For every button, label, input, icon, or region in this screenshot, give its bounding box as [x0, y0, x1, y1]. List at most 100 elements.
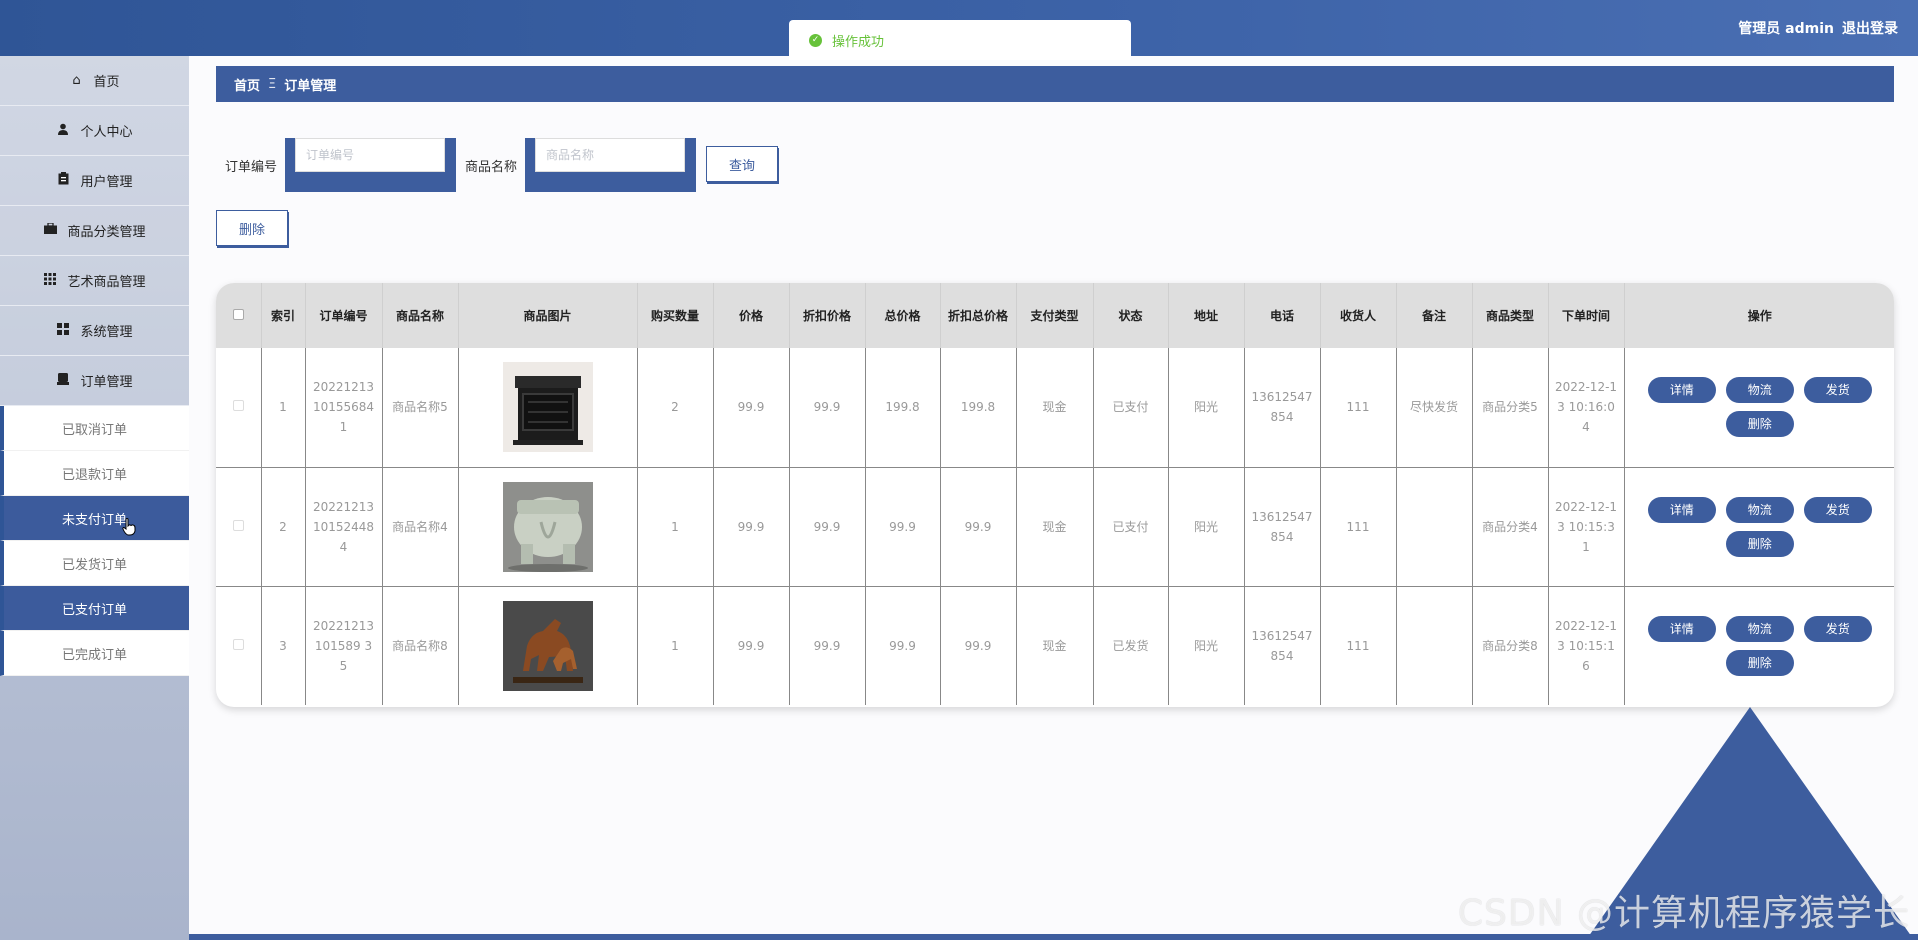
sidebar-item-profile[interactable]: 个人中心: [0, 106, 189, 156]
detail-button[interactable]: 详情: [1647, 615, 1716, 642]
submenu-item-label: 已发货订单: [62, 557, 128, 573]
column-header: 索引: [261, 283, 306, 348]
search-form: 订单编号 商品名称 查询: [216, 138, 779, 192]
product-image-bronze-horse: [502, 600, 593, 691]
user-icon: [56, 123, 70, 139]
submenu-item-cancelled[interactable]: 已取消订单: [0, 406, 189, 451]
sidebar-item-label: 用户管理: [80, 175, 133, 190]
detail-button[interactable]: 详情: [1647, 377, 1716, 404]
cell-status: 已支付: [1093, 467, 1169, 587]
orders-table: 索引 订单编号 商品名称 商品图片 购买数量 价格 折扣价格 总价格 折扣总价格…: [216, 283, 1894, 707]
cell-receiver: 111: [1320, 348, 1397, 468]
ship-button[interactable]: 发货: [1803, 496, 1872, 523]
column-header: 折扣价格: [789, 283, 866, 348]
breadcrumb-separator: Ξ: [268, 76, 277, 92]
breadcrumb-home[interactable]: 首页: [234, 75, 260, 94]
breadcrumb: 首页 Ξ 订单管理: [216, 66, 1894, 102]
row-checkbox[interactable]: [232, 400, 244, 412]
cell-order-time: 2022-12-13 10:15:16: [1548, 586, 1625, 705]
product-name-input[interactable]: [535, 138, 686, 172]
cell-remark: [1396, 586, 1473, 705]
sidebar-item-label: 商品分类管理: [67, 225, 146, 240]
cell-phone: 13612547854: [1244, 348, 1321, 468]
submenu-item-label: 已取消订单: [62, 422, 128, 438]
query-button[interactable]: 查询: [706, 146, 779, 182]
sidebar-item-orders[interactable]: 订单管理: [0, 356, 189, 406]
cell-product-image: [458, 586, 638, 705]
grid-icon: [43, 272, 57, 289]
submenu-item-label: 未支付订单: [62, 512, 128, 528]
ship-button[interactable]: 发货: [1803, 615, 1872, 642]
logistics-button[interactable]: 物流: [1725, 377, 1794, 404]
sidebar-item-label: 订单管理: [80, 375, 133, 390]
sidebar-item-label: 个人中心: [80, 125, 133, 140]
cell-total: 99.9: [865, 586, 941, 705]
submenu-item-refunded[interactable]: 已退款订单: [0, 451, 189, 496]
cell-receiver: 111: [1320, 586, 1397, 705]
cell-order-time: 2022-12-13 10:15:31: [1548, 467, 1625, 587]
cell-order-no: 20221213101589 35: [305, 586, 383, 705]
cell-remark: 尽快发货: [1396, 348, 1473, 468]
row-select-cell: [216, 586, 262, 705]
cell-qty: 1: [637, 586, 714, 705]
sidebar-item-system[interactable]: 系统管理: [0, 306, 189, 356]
submenu-item-label: 已完成订单: [62, 647, 128, 663]
cell-order-time: 2022-12-13 10:16:04: [1548, 348, 1625, 468]
column-header: 折扣总价格: [940, 283, 1017, 348]
logout-link[interactable]: 退出登录: [1842, 18, 1898, 38]
cell-order-no: 20221213101524484: [305, 467, 383, 587]
cell-discount-price: 99.9: [789, 467, 866, 587]
logistics-button[interactable]: 物流: [1725, 496, 1794, 523]
user-label: 管理员 admin: [1738, 21, 1834, 37]
cell-discount-total: 99.9: [940, 467, 1017, 587]
cell-actions: 详情 物流 发货 删除: [1624, 467, 1894, 587]
check-circle-icon: ✓: [809, 33, 822, 47]
sidebar: ⌂ 首页 个人中心 用户管理 商品分类管理 艺术商品管理 系统管理 订单管理 已…: [0, 56, 189, 940]
home-icon: ⌂: [72, 73, 81, 88]
submenu-item-shipped[interactable]: 已发货订单: [0, 541, 189, 586]
order-no-input[interactable]: [295, 138, 446, 172]
cell-qty: 2: [637, 348, 714, 468]
submenu-item-unpaid[interactable]: 未支付订单: [0, 496, 189, 541]
cell-remark: [1396, 467, 1473, 587]
ship-button[interactable]: 发货: [1803, 377, 1872, 404]
watermark: CSDN @计算机程序猿学长: [1457, 893, 1910, 934]
row-checkbox[interactable]: [232, 638, 244, 650]
delete-button[interactable]: 删除: [1725, 530, 1794, 557]
cell-product-name: 商品名称4: [382, 467, 459, 587]
sidebar-item-label: 系统管理: [80, 325, 133, 340]
delete-button[interactable]: 删除: [1725, 411, 1794, 438]
column-header: 备注: [1396, 283, 1473, 348]
cell-pay-type: 现金: [1016, 348, 1094, 468]
column-header: 商品图片: [458, 283, 638, 348]
submenu-item-label: 已退款订单: [62, 467, 128, 483]
row-checkbox[interactable]: [232, 519, 244, 531]
cell-total: 199.8: [865, 348, 941, 468]
cell-status: 已发货: [1093, 586, 1169, 705]
apps-icon: [56, 322, 70, 339]
submenu-item-completed[interactable]: 已完成订单: [0, 631, 189, 676]
logistics-button[interactable]: 物流: [1725, 615, 1794, 642]
delete-button[interactable]: 删除: [1725, 649, 1794, 676]
detail-button[interactable]: 详情: [1647, 496, 1716, 523]
sidebar-item-label: 艺术商品管理: [67, 275, 146, 290]
submenu-item-label: 已支付订单: [62, 602, 128, 618]
submenu-item-paid[interactable]: 已支付订单: [0, 586, 189, 631]
batch-delete-button[interactable]: 删除: [216, 210, 289, 246]
column-header: 下单时间: [1548, 283, 1625, 348]
cell-discount-total: 99.9: [940, 586, 1017, 705]
briefcase-icon: [43, 222, 57, 238]
sidebar-item-users[interactable]: 用户管理: [0, 156, 189, 206]
cell-product-type: 商品分类4: [1472, 467, 1549, 587]
sidebar-item-category[interactable]: 商品分类管理: [0, 206, 189, 256]
cell-index: 3: [261, 586, 306, 705]
column-header: 总价格: [865, 283, 941, 348]
cell-product-name: 商品名称5: [382, 348, 459, 468]
sidebar-item-art-goods[interactable]: 艺术商品管理: [0, 256, 189, 306]
cell-address: 阳光: [1168, 348, 1245, 468]
column-header: 购买数量: [637, 283, 714, 348]
select-all-checkbox[interactable]: [232, 308, 244, 320]
cell-address: 阳光: [1168, 467, 1245, 587]
order-no-label: 订单编号: [225, 159, 278, 175]
sidebar-item-home[interactable]: ⌂ 首页: [0, 56, 189, 106]
